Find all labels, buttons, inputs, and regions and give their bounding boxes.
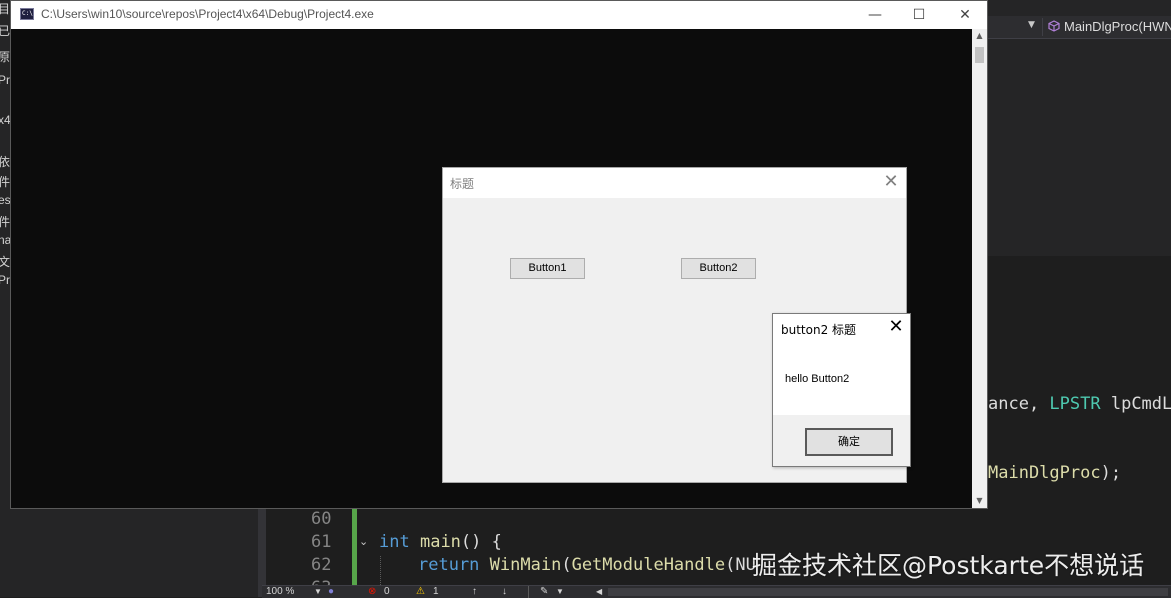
code-line-62: return WinMain(GetModuleHandle(NU	[418, 555, 756, 575]
message-box-close-button[interactable]: ✕	[886, 317, 906, 337]
solution-item[interactable]: 原	[0, 48, 10, 65]
watermark-text: 掘金技术社区@Postkarte不想说话	[752, 551, 1145, 580]
solution-item[interactable]: Pro	[0, 73, 10, 87]
vs-side-panel-bottom	[0, 509, 258, 597]
button1[interactable]: Button1	[510, 258, 585, 279]
code-line-61: int main() {	[379, 532, 502, 552]
brush-icon[interactable]: ✎	[540, 586, 548, 598]
solution-item[interactable]: 文	[0, 253, 10, 270]
method-cube-icon	[1048, 20, 1060, 32]
solution-item[interactable]: Pro	[0, 273, 10, 287]
warning-count: 1	[433, 586, 439, 597]
error-count: 0	[384, 586, 390, 597]
solution-item[interactable]: 件	[0, 213, 10, 230]
ok-button[interactable]: 确定	[805, 428, 893, 456]
solution-item[interactable]: x4	[0, 113, 10, 127]
close-button[interactable]: ✕	[942, 1, 988, 29]
scroll-down-icon[interactable]: ▼	[972, 494, 987, 508]
line-number: 61	[311, 532, 332, 552]
horizontal-scrollbar[interactable]	[608, 588, 1168, 596]
zoom-dropdown-icon[interactable]: ▼	[314, 586, 322, 598]
copilot-icon[interactable]: ●	[328, 586, 334, 598]
divider	[528, 586, 529, 598]
scrollbar-thumb[interactable]	[975, 47, 984, 63]
indent-guide	[380, 556, 382, 585]
solution-item[interactable]: es	[0, 193, 10, 207]
zoom-level[interactable]: 100 %	[266, 586, 294, 598]
warning-icon[interactable]: ⚠	[416, 586, 425, 598]
panel-splitter[interactable]	[258, 509, 266, 597]
arrow-down-icon[interactable]: ↓	[502, 586, 507, 598]
message-box-footer: 确定	[773, 415, 910, 466]
line-number: 63	[311, 578, 331, 585]
function-navigation-bar[interactable]: ▼ MainDlgProc(HWN	[988, 16, 1171, 39]
code-line-fragment: MainDlgProc);	[988, 463, 1122, 483]
message-box-title: button2 标题	[781, 323, 857, 337]
divider	[1042, 18, 1043, 36]
code-line-fragment: ance, LPSTR lpCmdLi	[988, 394, 1171, 414]
dialog-title: 标题	[450, 177, 475, 191]
error-icon[interactable]: ⊗	[368, 586, 376, 598]
collapse-chevron-icon[interactable]: ⌄	[359, 535, 368, 548]
solution-item[interactable]: 件	[0, 173, 10, 190]
message-text: hello Button2	[785, 373, 850, 385]
change-indicator-bar	[352, 509, 357, 585]
console-app-icon	[20, 8, 34, 20]
dialog-close-button[interactable]: ✕	[881, 172, 901, 192]
chevron-down-icon[interactable]: ▼	[1028, 20, 1035, 30]
dialog-titlebar[interactable]: 标题 ✕	[443, 168, 906, 198]
solution-item[interactable]: 依	[0, 153, 10, 170]
solution-item[interactable]: 目	[0, 0, 10, 17]
solution-explorer-panel: 目 已 原 Pro x4 依 件 es 件 na 文 Pro	[0, 0, 10, 597]
scroll-up-icon[interactable]: ▲	[972, 29, 987, 43]
current-function-label: MainDlgProc(HWN	[1064, 19, 1171, 34]
scroll-left-icon[interactable]: ◀	[596, 586, 602, 598]
console-title: C:\Users\win10\source\repos\Project4\x64…	[41, 7, 374, 21]
chevron-down-icon[interactable]: ▼	[556, 586, 564, 598]
arrow-up-icon[interactable]: ↑	[472, 586, 477, 598]
solution-item[interactable]: na	[0, 233, 10, 247]
button2[interactable]: Button2	[681, 258, 756, 279]
console-vertical-scrollbar[interactable]: ▲ ▼	[972, 29, 987, 508]
maximize-button[interactable]: ☐	[896, 1, 942, 29]
line-number: 60	[311, 509, 332, 529]
solution-item[interactable]: 已	[0, 22, 10, 39]
message-box[interactable]: button2 标题 ✕ hello Button2 确定	[772, 313, 911, 467]
console-titlebar[interactable]: C:\Users\win10\source\repos\Project4\x64…	[11, 1, 987, 29]
editor-status-bar: 100 % ▼ ● ⊗ 0 ⚠ 1 ↑ ↓ ✎ ▼ ◀	[262, 585, 1171, 598]
line-number: 62	[311, 555, 332, 575]
minimize-button[interactable]: —	[852, 1, 898, 29]
